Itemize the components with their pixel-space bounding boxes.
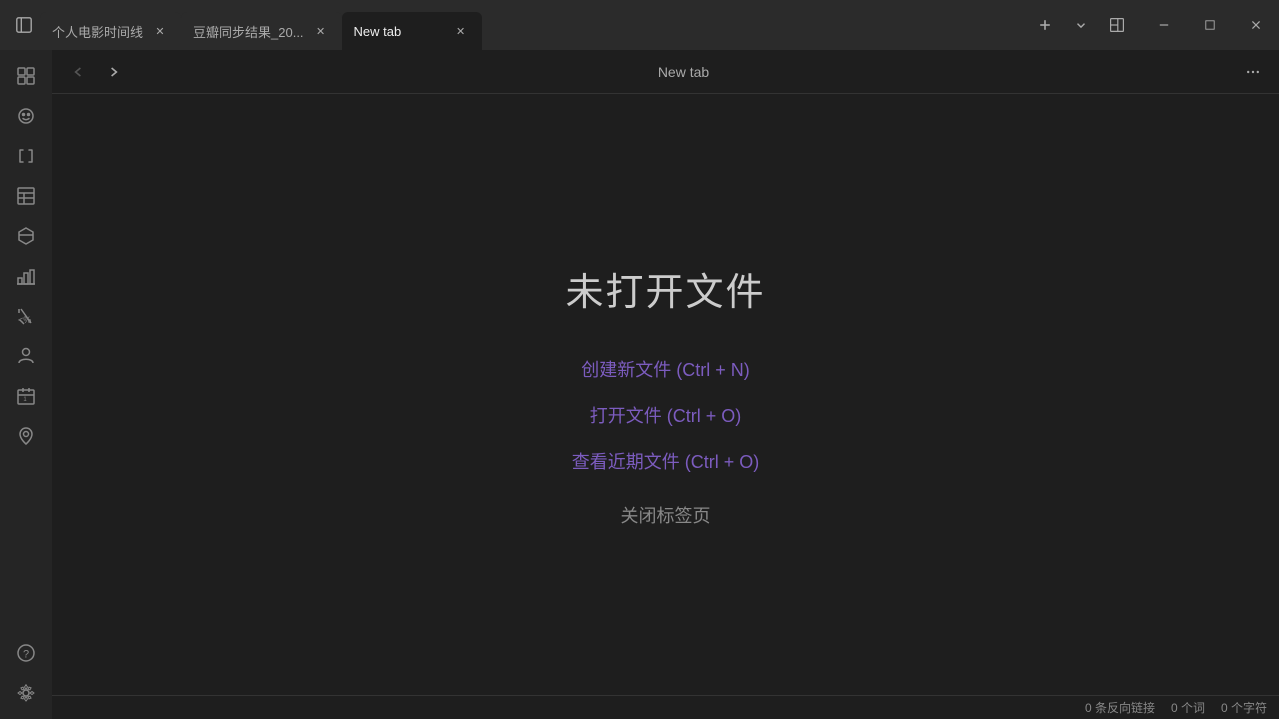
title-bar-left bbox=[8, 9, 40, 41]
new-tab-content: 未打开文件 创建新文件 (Ctrl + N) 打开文件 (Ctrl + O) 查… bbox=[52, 94, 1279, 695]
backlinks-count: 0 条反向链接 bbox=[1085, 699, 1155, 716]
table-icon[interactable] bbox=[8, 178, 44, 214]
new-tab-links: 创建新文件 (Ctrl + N) 打开文件 (Ctrl + O) 查看近期文件 … bbox=[572, 356, 760, 528]
status-bar: 0 条反向链接 0 个词 0 个字符 bbox=[52, 695, 1279, 719]
close-tab-link[interactable]: 关闭标签页 bbox=[621, 502, 711, 528]
maximize-button[interactable] bbox=[1187, 9, 1233, 41]
title-bar-actions bbox=[1021, 0, 1141, 50]
calendar-icon[interactable]: 1 bbox=[8, 378, 44, 414]
tab-3-label: New tab bbox=[354, 24, 444, 39]
emoji-icon[interactable] bbox=[8, 98, 44, 134]
svg-text:<%: <% bbox=[18, 315, 31, 325]
open-file-link[interactable]: 打开文件 (Ctrl + O) bbox=[590, 402, 742, 428]
location-icon[interactable] bbox=[8, 418, 44, 454]
tab-3[interactable]: New tab ✕ bbox=[342, 12, 482, 50]
chart-icon[interactable] bbox=[8, 258, 44, 294]
char-count: 0 个字符 bbox=[1221, 699, 1267, 716]
layout-button[interactable] bbox=[1101, 9, 1133, 41]
window-controls bbox=[1141, 0, 1279, 50]
tab-2[interactable]: 豆瓣同步结果_20... ✕ bbox=[181, 12, 342, 50]
title-bar: 个人电影时间线 ✕ 豆瓣同步结果_20... ✕ New tab ✕ bbox=[0, 0, 1279, 50]
create-new-link[interactable]: 创建新文件 (Ctrl + N) bbox=[581, 356, 750, 382]
filter-icon[interactable] bbox=[8, 218, 44, 254]
percent-icon[interactable]: <% bbox=[8, 298, 44, 334]
sidebar-toggle-button[interactable] bbox=[8, 9, 40, 41]
tabs-chevron-button[interactable] bbox=[1065, 9, 1097, 41]
word-count: 0 个词 bbox=[1171, 699, 1205, 716]
content-area: New tab 未打开文件 创建新文件 (Ctrl + N) 打开文件 (Ctr… bbox=[52, 50, 1279, 719]
help-icon[interactable]: ? bbox=[8, 635, 44, 671]
view-recent-link[interactable]: 查看近期文件 (Ctrl + O) bbox=[572, 448, 760, 474]
tab-2-close[interactable]: ✕ bbox=[312, 22, 330, 40]
sidebar: <% 1 ? bbox=[0, 50, 52, 719]
tab-1-label: 个人电影时间线 bbox=[52, 22, 143, 41]
forward-button[interactable] bbox=[100, 58, 128, 86]
main-container: <% 1 ? bbox=[0, 50, 1279, 719]
more-options-button[interactable] bbox=[1239, 58, 1267, 86]
tab-2-label: 豆瓣同步结果_20... bbox=[193, 22, 304, 41]
current-tab-title: New tab bbox=[136, 64, 1231, 80]
close-window-button[interactable] bbox=[1233, 9, 1279, 41]
minimize-button[interactable] bbox=[1141, 9, 1187, 41]
tab-3-close[interactable]: ✕ bbox=[452, 22, 470, 40]
tabs-container: 个人电影时间线 ✕ 豆瓣同步结果_20... ✕ New tab ✕ bbox=[40, 0, 1021, 50]
bracket-icon[interactable] bbox=[8, 138, 44, 174]
tab-1[interactable]: 个人电影时间线 ✕ bbox=[40, 12, 181, 50]
tab-1-close[interactable]: ✕ bbox=[151, 22, 169, 40]
person-icon[interactable] bbox=[8, 338, 44, 374]
no-file-title: 未打开文件 bbox=[565, 261, 765, 316]
svg-text:?: ? bbox=[23, 649, 29, 661]
svg-text:1: 1 bbox=[23, 397, 27, 403]
apps-icon[interactable] bbox=[8, 58, 44, 94]
settings-icon[interactable] bbox=[8, 675, 44, 711]
toolbar: New tab bbox=[52, 50, 1279, 94]
new-tab-button[interactable] bbox=[1029, 9, 1061, 41]
back-button[interactable] bbox=[64, 58, 92, 86]
